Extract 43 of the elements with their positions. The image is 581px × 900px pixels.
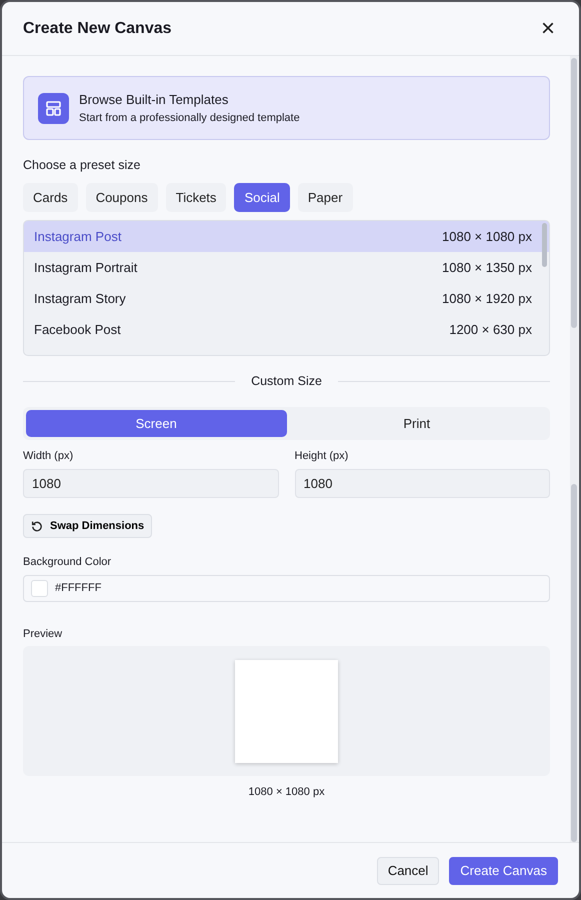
close-button[interactable]: × <box>536 16 559 40</box>
field-label: Background Color <box>23 555 112 570</box>
scrollbar-thumb[interactable] <box>571 58 577 328</box>
banner-title: Browse Built-in Templates <box>79 91 230 109</box>
height-field[interactable]: 1080 <box>294 468 550 498</box>
preset-item[interactable]: Facebook Post 1200 × 630 px <box>24 314 549 346</box>
preset-size: 1080 × 1080 px <box>442 228 532 246</box>
scrollbar-thumb[interactable] <box>571 484 577 842</box>
banner-subtitle: Start from a professionally designed template <box>79 110 300 126</box>
category-tab[interactable]: Social <box>234 182 290 212</box>
color-field[interactable]: #FFFFFF <box>23 574 550 602</box>
field-label: Preview <box>23 626 64 642</box>
section-divider-label: Custom Size <box>251 373 322 390</box>
preset-size: 1080 × 1350 px <box>442 259 532 277</box>
field-label: Height (px) <box>294 449 350 464</box>
category-tab[interactable]: Cards <box>23 182 78 212</box>
rotate-icon <box>31 520 43 532</box>
preset-size: 1200 × 630 px <box>449 321 532 339</box>
preset-item[interactable]: Instagram Post 1080 × 1080 px <box>24 221 549 252</box>
field-label: Width (px) <box>23 449 74 464</box>
mode-tab[interactable]: Print <box>286 410 547 437</box>
category-tab[interactable]: Tickets <box>166 182 226 212</box>
preset-name: Instagram Portrait <box>34 259 138 277</box>
scrollbar-thumb[interactable] <box>542 223 547 268</box>
mode-tab[interactable]: Screen <box>26 410 286 437</box>
preview-size: 1080 × 1080 px <box>247 785 326 800</box>
cancel-button[interactable]: Cancel <box>376 856 440 884</box>
dialog-title: Create New Canvas <box>23 18 172 38</box>
create-button[interactable]: Create Canvas <box>449 856 558 884</box>
preset-size: 1080 × 1920 px <box>442 290 532 308</box>
templates-banner[interactable]: Browse Built-in Templates Start from a professionally designed template <box>23 76 550 140</box>
section-label: Choose a preset size <box>23 157 142 174</box>
preset-name: Instagram Post <box>34 228 122 246</box>
preset-item[interactable]: Instagram Story 1080 × 1920 px <box>24 283 549 314</box>
swap-button[interactable]: Swap Dimensions <box>23 514 152 538</box>
category-tab[interactable]: Paper <box>298 182 353 212</box>
category-tab[interactable]: Coupons <box>86 182 158 212</box>
preset-name: Instagram Story <box>34 290 126 308</box>
width-field[interactable]: 1080 <box>23 468 278 498</box>
template-icon <box>38 92 69 124</box>
preset-item[interactable]: Instagram Portrait 1080 × 1350 px <box>24 252 549 284</box>
color-swatch[interactable] <box>31 580 48 596</box>
preset-name: Facebook Post <box>34 321 121 339</box>
